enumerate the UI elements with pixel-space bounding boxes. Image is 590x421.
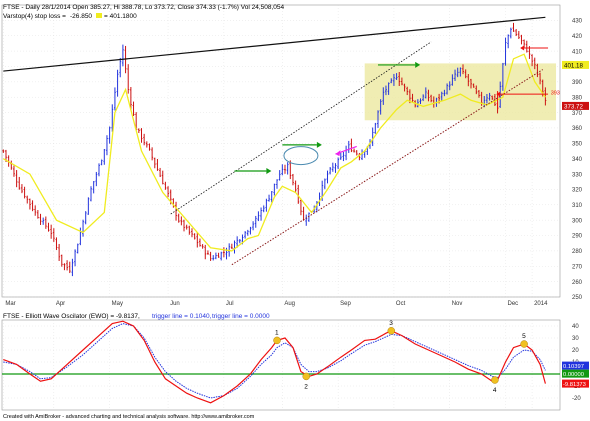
osc-trigger0: trigger line = 0.0000 [212,313,270,320]
price-y-tick: 330 [572,172,583,178]
consolidation-ellipse [283,146,319,166]
wave-label-2: 2 [304,383,308,390]
price-y-tick: 320 [572,188,583,194]
wave-marker-4 [491,376,499,384]
zero-value-label: 0.00000 [563,372,584,378]
price-pane: 393 401.18 373.72 [2,16,589,277]
price-y-tick: 310 [572,203,583,209]
price-y-tick: 410 [572,49,583,55]
oscillator-pane: 1 2 3 4 5 0.10397 0.00000 -9.81373 [2,320,589,404]
osc-y-tick: 40 [572,324,579,330]
price-y-tick: 350 [572,142,583,148]
price-y-tick: 270 [572,264,583,270]
trigger-value-label: 0.10397 [563,364,584,370]
x-tick-label: Dec [508,301,519,307]
wave-label-4: 4 [493,387,497,394]
wave-marker-2 [302,372,310,381]
ewo-value-label: -9.81373 [563,382,586,388]
osc-frame [1,319,561,411]
stop-value2: = 401.1800 [104,13,137,20]
x-tick-label: Sep [340,301,351,307]
price-y-tick: 260 [572,280,583,286]
chart-canvas: 2502602702802903003103203303403503603703… [1,4,589,420]
stop-label: Varstop(4) stop loss = [3,13,66,20]
price-y-tick: 300 [572,218,583,224]
wave-label-1: 1 [275,329,279,336]
x-tick-label: Aug [284,301,295,307]
price-y-tick: 420 [572,34,583,40]
osc-trigger: trigger line = 0.1040, [152,313,212,320]
price-title: FTSE - Daily 28/1/2014 Open 385.27, Hi 3… [3,4,285,11]
osc-y-tick: -20 [572,396,581,402]
price-y-tick: 340 [572,157,583,163]
price-y-tick: 370 [572,111,583,117]
x-tick-label: Oct [396,301,406,307]
price-y-tick: 290 [572,234,583,240]
x-tick-label: Apr [56,301,65,307]
price-frame [1,4,561,298]
price-y-tick: 430 [572,19,583,25]
osc-y-tick: 20 [572,348,579,354]
x-tick-label: 2014 [534,301,548,307]
red-arrow-top-head [520,45,525,51]
wave-marker-5 [520,340,528,348]
wave-label-3: 3 [389,320,393,327]
x-tick-label: Jun [170,301,180,307]
footer-credit: Created with AmiBroker - advanced charti… [3,414,255,420]
stop-legend-swatch [96,13,102,18]
x-tick-label: May [112,301,123,307]
wave-label-5: 5 [522,333,526,340]
osc-y-tick: 30 [572,336,579,342]
current-price-label: 373.72 [564,103,583,110]
magenta-arrow-head [335,150,341,157]
stop-value: -26.850 [70,13,92,20]
upper-trendline [3,16,546,72]
osc-title: FTSE - Elliott Wave Oscilator (EWO) = -9… [3,313,140,320]
price-y-tick: 250 [572,295,583,301]
green-arrow-aug-head [266,167,272,174]
price-y-tick: 390 [572,80,583,86]
price-y-tick: 380 [572,95,583,101]
target-marker-label: 393 [551,91,560,97]
x-tick-label: Nov [452,301,463,307]
green-arrow-sep-head [316,141,322,148]
wave-marker-1 [273,336,281,345]
price-y-tick: 280 [572,249,583,255]
x-tick-label: Jul [226,301,234,307]
x-tick-label: Mar [5,301,15,307]
stop-price-label: 401.18 [564,62,583,69]
wave-marker-3 [387,327,396,335]
chart-window: 250 260 270 280 290 300 310 320 330 340 350 360 370 3… [0,0,590,421]
price-y-tick: 360 [572,126,583,132]
